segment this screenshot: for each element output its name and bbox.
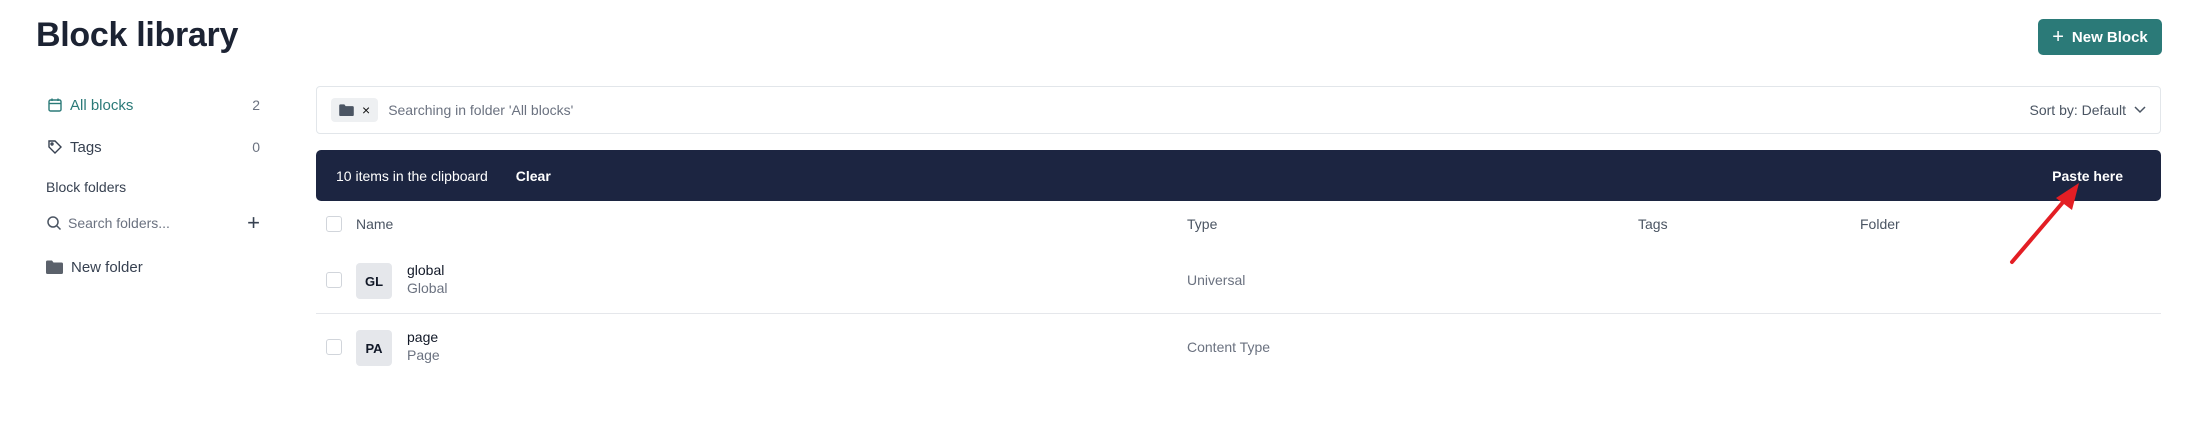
row-checkbox[interactable]	[326, 272, 342, 288]
sidebar-item-label: All blocks	[70, 96, 134, 114]
folder-icon	[339, 104, 354, 116]
block-subtitle: Page	[407, 347, 440, 363]
folder-search-input[interactable]	[68, 215, 228, 231]
red-arrow-annotation	[2010, 183, 2079, 264]
folder-icon	[46, 260, 63, 274]
table-header: Name Type Tags Folder	[316, 212, 2161, 236]
add-folder-icon[interactable]: +	[247, 212, 260, 234]
table-row[interactable]: PA page Page Content Type	[316, 315, 2161, 381]
close-icon[interactable]: ×	[362, 102, 370, 118]
sidebar-folder-item[interactable]: New folder	[46, 253, 260, 281]
block-avatar: PA	[356, 330, 392, 366]
folder-label: New folder	[71, 258, 143, 276]
chevron-down-icon	[2134, 106, 2146, 114]
clear-clipboard-button[interactable]: Clear	[516, 168, 551, 184]
folders-heading: Block folders	[46, 179, 127, 195]
folder-search: +	[46, 207, 260, 239]
folder-filter-chip[interactable]: ×	[331, 98, 379, 122]
new-block-label: New Block	[2071, 28, 2148, 46]
clipboard-banner: 10 items in the clipboard Clear Paste he…	[316, 150, 2161, 201]
new-block-button[interactable]: + New Block	[2038, 19, 2162, 55]
column-folder[interactable]: Folder	[1860, 216, 1900, 232]
select-all-checkbox[interactable]	[326, 216, 342, 232]
sidebar-item-count: 0	[252, 139, 260, 155]
sidebar-item-all-blocks[interactable]: All blocks 2	[46, 90, 260, 120]
clipboard-info: 10 items in the clipboard	[336, 167, 488, 184]
plus-icon: +	[2052, 26, 2064, 48]
block-avatar: GL	[356, 263, 392, 299]
column-tags[interactable]: Tags	[1638, 216, 1668, 232]
column-name[interactable]: Name	[356, 216, 393, 232]
sidebar-item-label: Tags	[70, 138, 102, 156]
block-search-bar[interactable]: × Searching in folder 'All blocks' Sort …	[316, 86, 2161, 134]
sort-label: Sort by: Default	[2029, 102, 2127, 118]
block-name[interactable]: page	[407, 329, 438, 345]
search-status-text: Searching in folder 'All blocks'	[388, 102, 574, 118]
block-type: Content Type	[1187, 339, 1271, 355]
page-title: Block library	[36, 16, 239, 54]
block-type: Universal	[1187, 272, 1246, 288]
sidebar-item-count: 2	[252, 97, 260, 113]
table-row[interactable]: GL global Global Universal	[316, 248, 2161, 314]
sort-dropdown[interactable]: Sort by: Default	[2030, 102, 2147, 118]
block-name[interactable]: global	[407, 262, 444, 278]
tag-icon	[46, 138, 64, 156]
calendar-icon	[46, 96, 64, 114]
sidebar: All blocks 2 Tags 0 Block folders + New …	[46, 90, 260, 281]
block-subtitle: Global	[407, 280, 448, 296]
column-type[interactable]: Type	[1187, 216, 1217, 232]
row-checkbox[interactable]	[326, 339, 342, 355]
search-icon	[46, 215, 62, 231]
sidebar-item-tags[interactable]: Tags 0	[46, 132, 260, 162]
